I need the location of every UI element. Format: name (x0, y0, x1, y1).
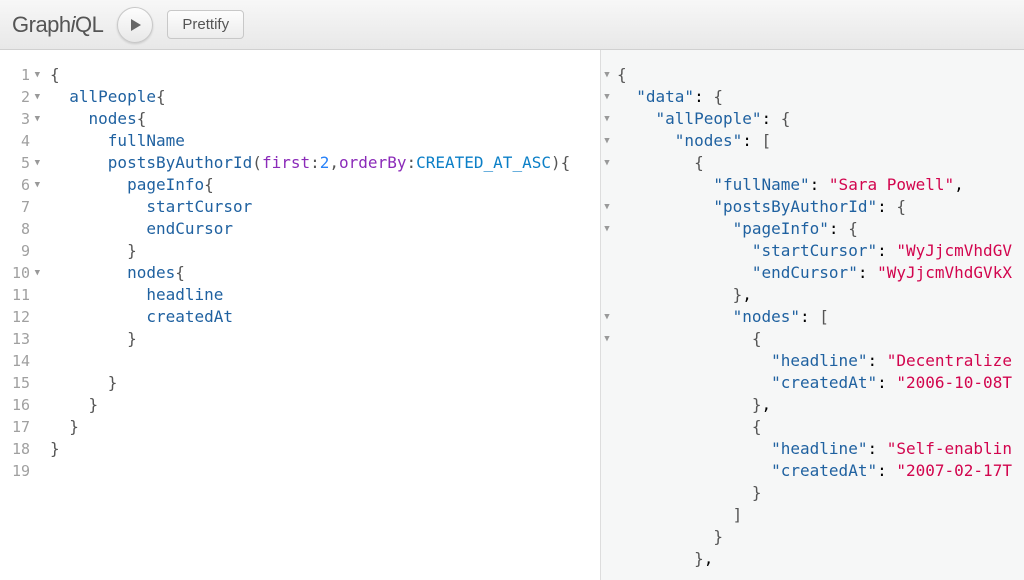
gutter-line: 12 (0, 306, 40, 328)
chevron-down-icon[interactable]: ▼ (601, 328, 613, 350)
gutter-line: 14 (0, 350, 40, 372)
chevron-down-icon[interactable]: ▼ (601, 86, 613, 108)
gutter-line: 9 (0, 240, 40, 262)
app-logo: GraphiQL (12, 12, 103, 38)
gutter-line: 18 (0, 438, 40, 460)
gutter-line: 4 (0, 130, 40, 152)
chevron-down-icon[interactable]: ▼ (601, 130, 613, 152)
gutter-line: 1▼ (0, 64, 40, 86)
main-split: 1▼2▼3▼4 5▼6▼7 8 9 10▼11 12 13 14 15 16 1… (0, 50, 1024, 580)
gutter-line: 17 (0, 416, 40, 438)
result-viewer[interactable]: { "data": { "allPeople": { "nodes": [ { … (615, 50, 1024, 580)
chevron-down-icon[interactable]: ▼ (32, 152, 40, 174)
chevron-down-icon[interactable]: ▼ (32, 108, 40, 130)
chevron-down-icon[interactable]: ▼ (32, 64, 40, 86)
chevron-down-icon[interactable]: ▼ (32, 174, 40, 196)
gutter-line: 2▼ (0, 86, 40, 108)
chevron-down-icon[interactable]: ▼ (32, 86, 40, 108)
chevron-down-icon[interactable]: ▼ (601, 196, 613, 218)
gutter-line: 5▼ (0, 152, 40, 174)
gutter-line: 13 (0, 328, 40, 350)
chevron-down-icon[interactable]: ▼ (601, 108, 613, 130)
gutter-line: 6▼ (0, 174, 40, 196)
gutter-line: 15 (0, 372, 40, 394)
gutter-line: 3▼ (0, 108, 40, 130)
prettify-button[interactable]: Prettify (167, 10, 244, 39)
chevron-down-icon[interactable]: ▼ (601, 152, 613, 174)
toolbar: GraphiQL Prettify (0, 0, 1024, 50)
chevron-down-icon[interactable]: ▼ (601, 218, 613, 240)
gutter-line: 16 (0, 394, 40, 416)
chevron-down-icon[interactable]: ▼ (32, 262, 40, 284)
query-editor[interactable]: { allPeople{ nodes{ fullName postsByAuth… (44, 50, 600, 580)
gutter-line: 10▼ (0, 262, 40, 284)
run-button[interactable] (117, 7, 153, 43)
result-fold-gutter: ▼ ▼ ▼ ▼ ▼ ▼ ▼ ▼ ▼ (601, 50, 615, 580)
result-pane: ▼ ▼ ▼ ▼ ▼ ▼ ▼ ▼ ▼ { "data": { "allPeople… (600, 50, 1024, 580)
chevron-down-icon[interactable]: ▼ (601, 64, 613, 86)
play-icon (128, 18, 142, 32)
line-gutter: 1▼2▼3▼4 5▼6▼7 8 9 10▼11 12 13 14 15 16 1… (0, 50, 44, 580)
query-editor-pane: 1▼2▼3▼4 5▼6▼7 8 9 10▼11 12 13 14 15 16 1… (0, 50, 600, 580)
gutter-line: 11 (0, 284, 40, 306)
gutter-line: 7 (0, 196, 40, 218)
chevron-down-icon[interactable]: ▼ (601, 306, 613, 328)
gutter-line: 8 (0, 218, 40, 240)
gutter-line: 19 (0, 460, 40, 482)
